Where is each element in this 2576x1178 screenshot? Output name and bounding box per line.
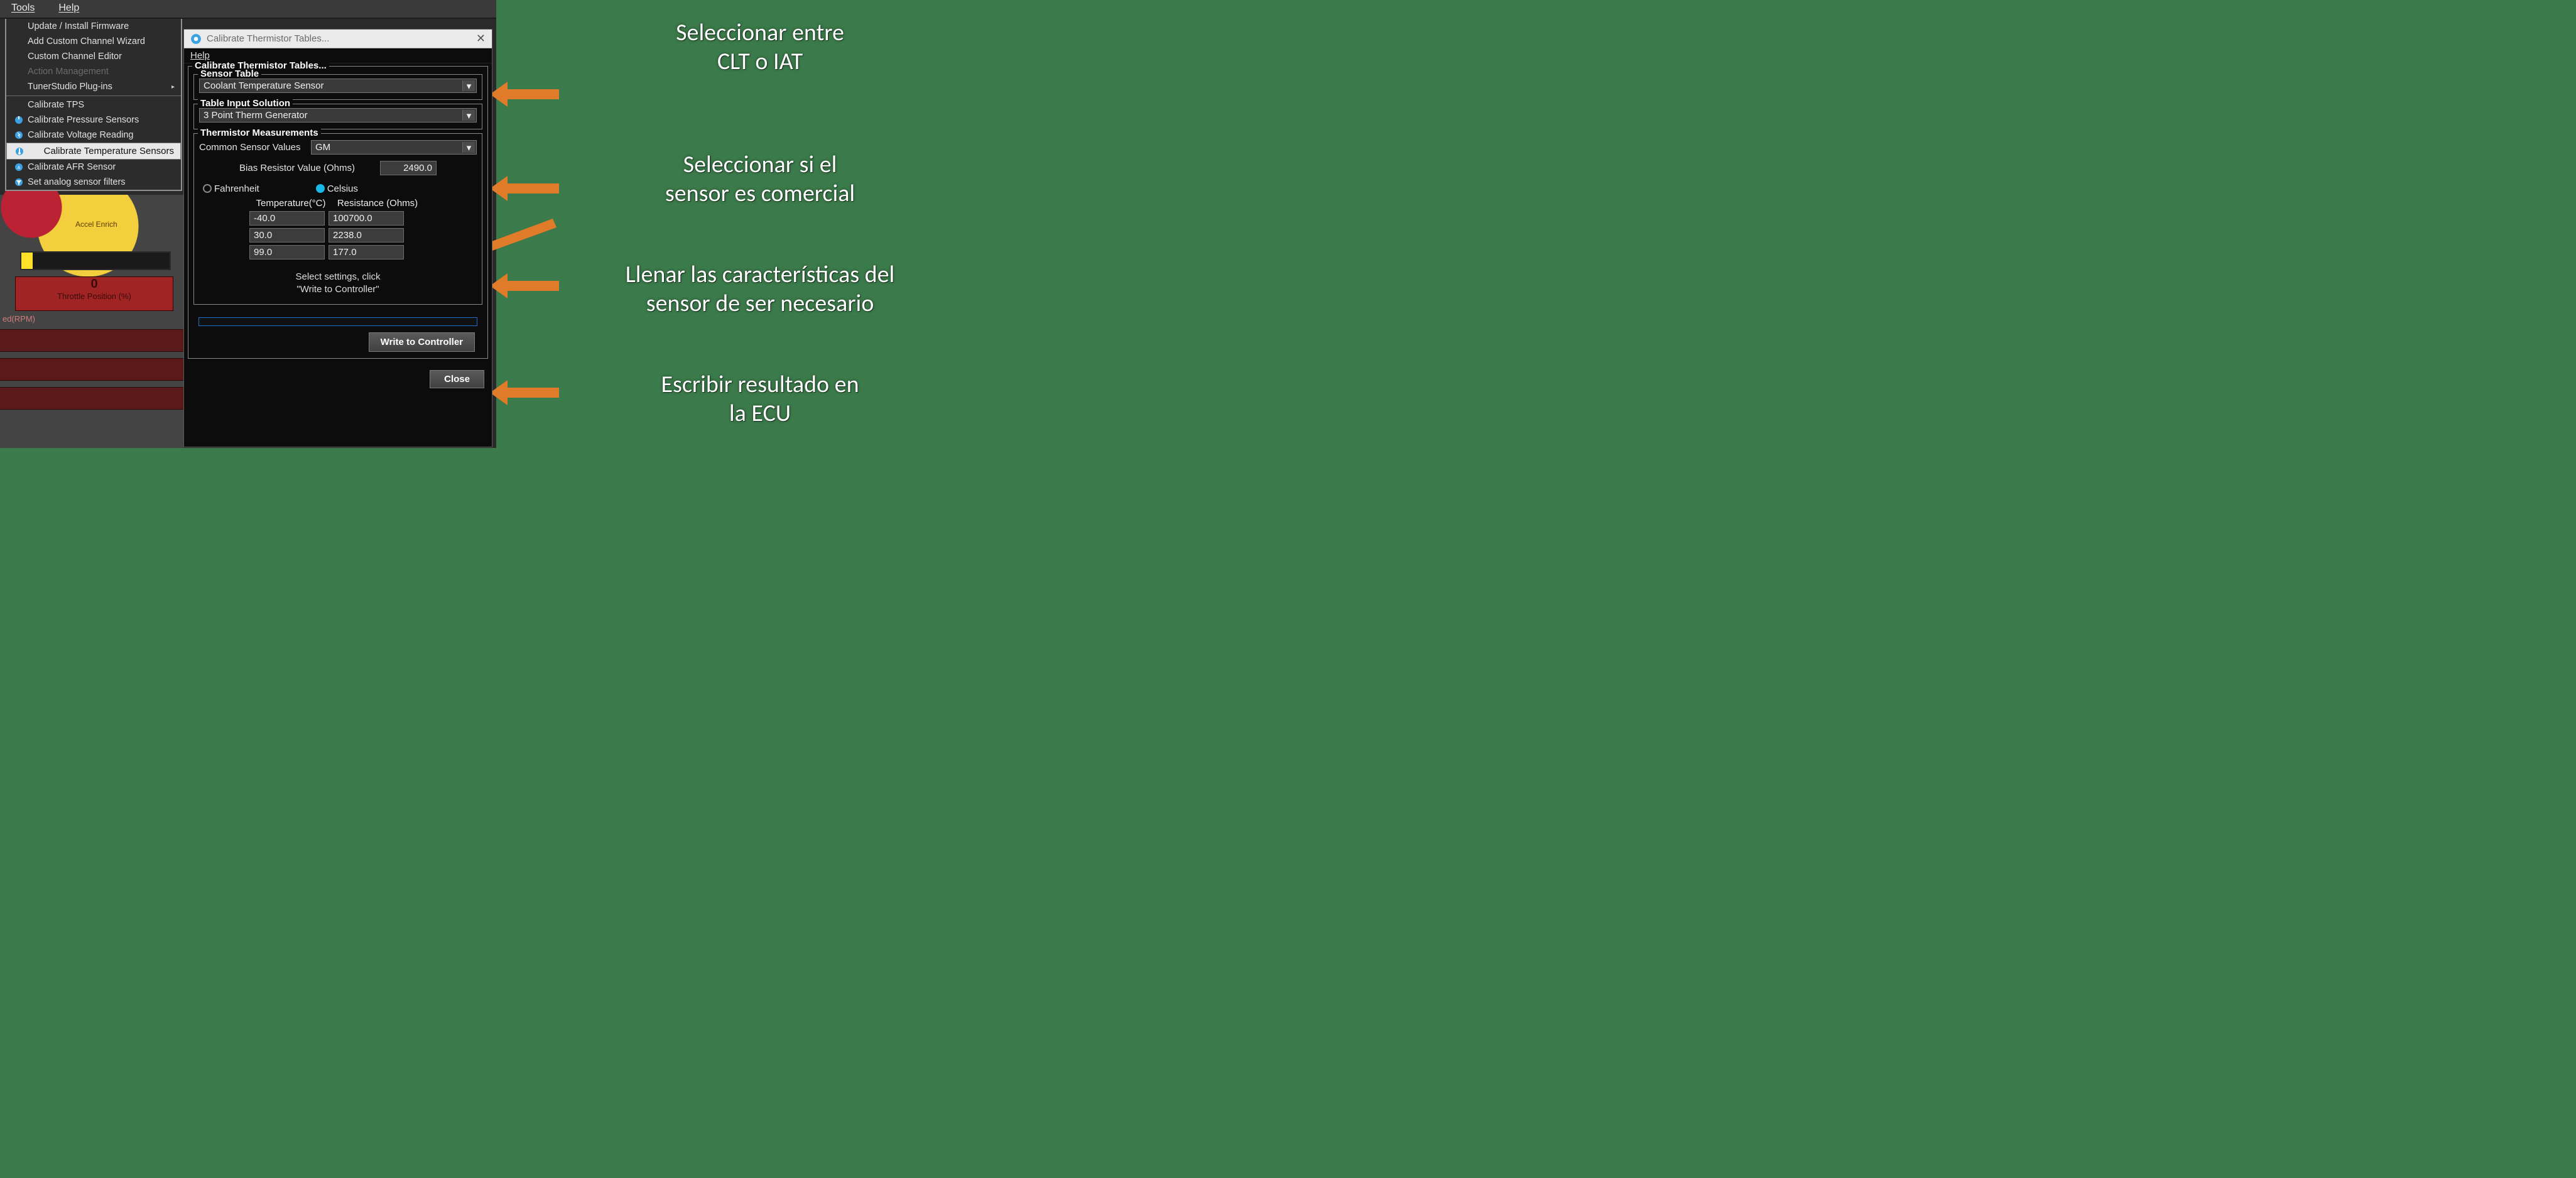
- annotation-commercial-sensor: Seleccionar si elsensor es comercial: [553, 151, 967, 208]
- menu-item-calibrate-afr[interactable]: A Calibrate AFR Sensor: [6, 160, 181, 175]
- table-row: 30.0 2238.0: [249, 228, 477, 243]
- select-value: 3 Point Therm Generator: [204, 110, 308, 121]
- menubar: Tools Help: [0, 0, 496, 19]
- sensor-icon: [14, 115, 24, 125]
- sensor-icon: [14, 130, 24, 140]
- resistance-input[interactable]: 2238.0: [329, 228, 404, 243]
- col-resistance: Resistance (Ohms): [336, 198, 419, 209]
- select-value: Coolant Temperature Sensor: [204, 80, 324, 91]
- celsius-radio[interactable]: Celsius: [316, 183, 358, 194]
- sensor-icon: A: [14, 162, 24, 172]
- annotation-write-ecu: Escribir resultado enla ECU: [553, 371, 967, 428]
- tunerstudio-app: Tools Help Accel Enrich 0 Throttle Posit…: [0, 0, 496, 448]
- calibrate-thermistor-dialog: Calibrate Thermistor Tables... ✕ Help Ca…: [183, 29, 492, 447]
- menu-item-plugins[interactable]: TunerStudio Plug-ins▸: [6, 79, 181, 94]
- hint-text: Select settings, click "Write to Control…: [199, 271, 477, 295]
- table-row: 99.0 177.0: [249, 245, 477, 259]
- common-sensor-select[interactable]: GM ▾: [311, 140, 477, 155]
- gauge-throttle: 0 Throttle Position (%): [15, 276, 173, 311]
- bias-resistor-label: Bias Resistor Value (Ohms): [239, 163, 355, 173]
- tools-dropdown: Update / Install Firmware Add Custom Cha…: [5, 19, 182, 191]
- col-temperature: Temperature(°C): [249, 198, 332, 209]
- close-button[interactable]: Close: [430, 370, 484, 388]
- dialog-titlebar: Calibrate Thermistor Tables... ✕: [184, 30, 492, 48]
- gauge-bar: [20, 251, 171, 270]
- menu-item-calibrate-temperature[interactable]: Calibrate Temperature Sensors: [6, 143, 181, 160]
- write-to-controller-button[interactable]: Write to Controller: [369, 332, 475, 352]
- chevron-down-icon: ▾: [462, 110, 475, 121]
- bias-resistor-input[interactable]: 2490.0: [380, 161, 437, 175]
- gauge-accel-label: Accel Enrich: [75, 220, 117, 229]
- table-input-select[interactable]: 3 Point Therm Generator ▾: [199, 108, 477, 123]
- annotation-panel: Seleccionar entreCLT o IAT Seleccionar s…: [496, 0, 980, 448]
- radio-icon: [316, 184, 325, 193]
- fahrenheit-radio[interactable]: Fahrenheit: [203, 183, 259, 194]
- chevron-down-icon: ▾: [462, 142, 475, 153]
- sensor-table-select[interactable]: Coolant Temperature Sensor ▾: [199, 79, 477, 93]
- annotation-fill-characteristics: Llenar las características delsensor de …: [534, 261, 986, 318]
- menu-item-calibrate-tps[interactable]: Calibrate TPS: [6, 97, 181, 112]
- gauge-dark-row: [0, 358, 183, 381]
- menu-item-add-channel-wizard[interactable]: Add Custom Channel Wizard: [6, 34, 181, 49]
- menu-item-action-management: Action Management: [6, 64, 181, 79]
- svg-text:A: A: [18, 166, 21, 170]
- dialog-title: Calibrate Thermistor Tables...: [207, 33, 329, 44]
- menu-item-calibrate-voltage[interactable]: Calibrate Voltage Reading: [6, 128, 181, 143]
- gauge-rpm-label: ed(RPM): [3, 314, 35, 324]
- gauge-throttle-value: 0: [16, 277, 173, 292]
- submenu-arrow-icon: ▸: [171, 84, 175, 90]
- resistance-input[interactable]: 100700.0: [329, 211, 404, 226]
- menu-item-update-firmware[interactable]: Update / Install Firmware: [6, 19, 181, 34]
- group-thermistor-measurements: Thermistor Measurements Common Sensor Va…: [193, 133, 482, 305]
- table-row: -40.0 100700.0: [249, 211, 477, 226]
- gauge-dark-row: [0, 387, 183, 410]
- temp-input[interactable]: -40.0: [249, 211, 325, 226]
- menu-help[interactable]: Help: [53, 1, 84, 15]
- gauge-dark-row: [0, 329, 183, 352]
- temp-input[interactable]: 30.0: [249, 228, 325, 243]
- annotation-clt-iat: Seleccionar entreCLT o IAT: [553, 19, 967, 76]
- group-calibrate-thermistor: Calibrate Thermistor Tables... Sensor Ta…: [188, 66, 488, 359]
- thermistor-table: Temperature(°C) Resistance (Ohms) -40.0 …: [249, 198, 477, 259]
- group-table-input: Table Input Solution 3 Point Therm Gener…: [193, 104, 482, 129]
- group-sensor-table: Sensor Table Coolant Temperature Sensor …: [193, 74, 482, 100]
- select-value: GM: [315, 142, 330, 153]
- menu-item-set-analog-filters[interactable]: Set analog sensor filters: [6, 175, 181, 190]
- arrow-icon: [490, 75, 565, 113]
- sensor-icon: [14, 146, 24, 156]
- temp-input[interactable]: 99.0: [249, 245, 325, 259]
- gauge-throttle-label: Throttle Position (%): [57, 292, 131, 301]
- background-gauges: Accel Enrich 0 Throttle Position (%) ed(…: [0, 195, 183, 448]
- dialog-icon: [190, 33, 202, 45]
- common-sensor-label: Common Sensor Values: [199, 142, 306, 153]
- resistance-input[interactable]: 177.0: [329, 245, 404, 259]
- group-legend: Table Input Solution: [198, 98, 293, 109]
- menu-tools[interactable]: Tools: [6, 1, 40, 15]
- group-legend: Sensor Table: [198, 68, 261, 79]
- chevron-down-icon: ▾: [462, 80, 475, 91]
- menu-item-calibrate-pressure[interactable]: Calibrate Pressure Sensors: [6, 112, 181, 128]
- radio-icon: [203, 184, 212, 193]
- menu-item-custom-channel-editor[interactable]: Custom Channel Editor: [6, 49, 181, 64]
- filter-icon: [14, 177, 24, 187]
- menu-separator: [6, 95, 181, 96]
- close-icon[interactable]: ✕: [476, 32, 486, 45]
- progress-bar: [198, 317, 477, 326]
- group-legend: Thermistor Measurements: [198, 128, 321, 138]
